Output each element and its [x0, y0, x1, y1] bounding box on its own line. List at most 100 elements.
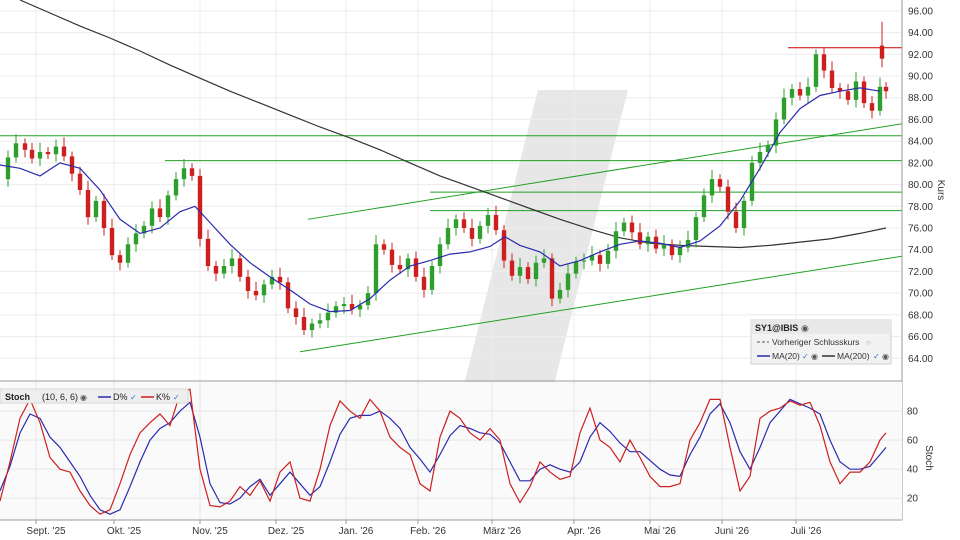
x-tick-label: Dez. '25 — [268, 526, 305, 537]
candle-body — [341, 304, 347, 307]
candle-body — [597, 255, 603, 264]
legend-visibility-icon[interactable]: ○ — [866, 338, 871, 347]
candle-body — [197, 175, 203, 239]
candle-body — [781, 97, 787, 120]
candle-body — [637, 232, 643, 245]
x-tick-label: Okt. '25 — [107, 526, 142, 537]
candle-body — [381, 244, 387, 250]
candle-body — [253, 290, 259, 296]
candle-body — [581, 260, 587, 262]
price-y-tick: 64.00 — [908, 354, 933, 365]
price-y-tick: 78.00 — [908, 202, 933, 213]
candle-body — [85, 190, 91, 218]
candle-body — [541, 258, 547, 263]
candle-body — [429, 266, 435, 290]
price-axis-label: Kurs — [935, 180, 946, 201]
candle-body — [861, 81, 867, 104]
legend-ma20-label: MA(20) — [772, 351, 800, 361]
price-y-tick: 74.00 — [908, 245, 933, 256]
stoch-legend-d-label: D% — [113, 392, 128, 402]
stoch-legend-params: (10, 6, 6) — [42, 392, 78, 402]
price-y-tick: 68.00 — [908, 310, 933, 321]
check-icon[interactable]: ✓ — [173, 393, 180, 402]
candle-body — [741, 200, 747, 228]
candle-body — [717, 179, 723, 187]
candle-body — [813, 54, 819, 87]
settings-icon[interactable]: ◉ — [811, 352, 818, 361]
candle-body — [629, 222, 635, 233]
candle-body — [53, 146, 59, 155]
candle-body — [845, 91, 851, 100]
check-icon[interactable]: ✓ — [130, 393, 137, 402]
candle-body — [709, 179, 715, 196]
settings-icon[interactable]: ◉ — [882, 352, 889, 361]
price-legend: SY1@IBIS ◉ Vorheriger Schlusskurs ○ MA(2… — [750, 319, 892, 365]
x-tick-label: Apr. '26 — [567, 526, 601, 537]
candle-body — [77, 173, 83, 190]
candle-body — [37, 152, 43, 159]
candle-body — [29, 149, 35, 159]
x-tick-label: Sept. '25 — [26, 526, 66, 537]
x-tick-label: Juni '26 — [715, 526, 750, 537]
stock-chart: 64.00 66.00 68.00 70.00 72.00 74.00 76.00 78.00… — [0, 0, 960, 540]
candle-body — [261, 284, 267, 296]
candle-body — [757, 152, 763, 163]
candle-body — [373, 244, 379, 294]
candle-body — [61, 146, 67, 157]
x-tick-label: Feb. '26 — [410, 526, 446, 537]
price-y-tick: 72.00 — [908, 267, 933, 278]
price-y-tick: 84.00 — [908, 137, 933, 148]
candle-body — [797, 89, 803, 96]
candle-body — [805, 86, 811, 96]
price-y-tick: 70.00 — [908, 289, 933, 300]
candle-body — [493, 214, 499, 231]
candle-body — [525, 267, 531, 280]
settings-icon[interactable]: ◉ — [801, 323, 809, 333]
stoch-legend: Stoch (10, 6, 6) ◉ D% ✓ K% ✓ — [0, 388, 189, 404]
candle-body — [325, 312, 331, 321]
price-y-tick: 94.00 — [908, 28, 933, 39]
candle-body — [5, 157, 11, 180]
candle-body — [453, 219, 459, 228]
candle-body — [205, 238, 211, 266]
candle-body — [725, 186, 731, 212]
candle-body — [229, 258, 235, 266]
candle-body — [309, 323, 315, 331]
settings-icon[interactable]: ◉ — [80, 393, 87, 402]
candle-body — [109, 228, 115, 256]
candle-body — [613, 231, 619, 251]
price-y-tick: 88.00 — [908, 93, 933, 104]
candle-body — [469, 228, 475, 239]
check-icon[interactable]: ✓ — [873, 352, 880, 361]
stoch-legend-title: Stoch — [5, 392, 30, 402]
candle-body — [277, 276, 283, 283]
candle-body — [293, 308, 299, 318]
check-icon[interactable]: ✓ — [802, 352, 809, 361]
candle-body — [621, 222, 627, 232]
candle-body — [533, 262, 539, 280]
candle-body — [509, 260, 515, 276]
stoch-y-tick: 80 — [907, 407, 919, 418]
stoch-y-tick: 20 — [907, 494, 919, 505]
candle-body — [573, 261, 579, 274]
candle-body — [45, 152, 51, 155]
candle-body — [789, 89, 795, 98]
x-tick-label: Nov. '25 — [192, 526, 228, 537]
stoch-legend-k-label: K% — [156, 392, 170, 402]
price-y-tick: 92.00 — [908, 50, 933, 61]
candle-body — [853, 81, 859, 100]
candle-body — [549, 258, 555, 299]
candle-body — [557, 289, 563, 299]
candle-body — [69, 156, 75, 174]
candle-body — [693, 217, 699, 240]
candle-body — [829, 70, 835, 88]
candle-body — [445, 228, 451, 245]
price-y-tick: 90.00 — [908, 72, 933, 83]
candle-body — [869, 103, 875, 111]
candle-body — [879, 45, 885, 59]
legend-prev-close-label: Vorheriger Schlusskurs — [772, 337, 859, 347]
candle-body — [101, 200, 107, 228]
legend-title: SY1@IBIS — [755, 323, 798, 333]
candle-body — [821, 54, 827, 71]
candle-body — [237, 258, 243, 277]
